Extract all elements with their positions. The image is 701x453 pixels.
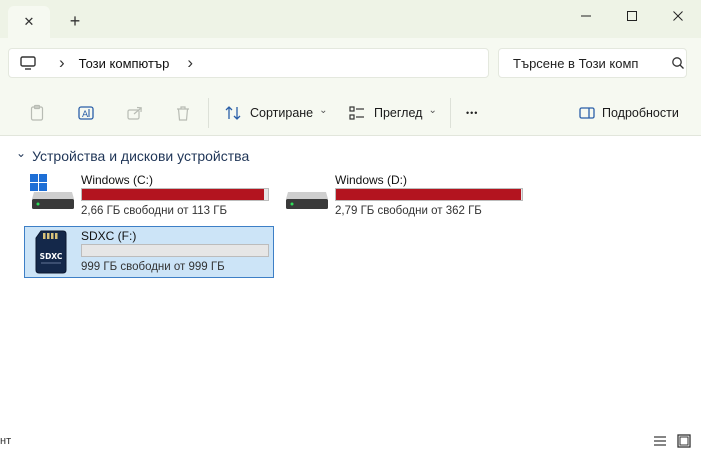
- group-header-devices[interactable]: ⌄ Устройства и дискови устройства: [16, 146, 250, 165]
- view-label: Преглед: [374, 106, 423, 120]
- search-input[interactable]: Търсене в Този комп: [498, 48, 687, 78]
- windows-drive-icon: [30, 174, 74, 209]
- status-text: нт: [0, 435, 12, 447]
- drive-name: Windows (D:): [335, 173, 408, 187]
- drive-usage-bar: [81, 244, 269, 257]
- tab-this-pc[interactable]: ✕: [8, 6, 50, 38]
- sd-card-label: SDXC: [40, 252, 63, 261]
- breadcrumb-separator-icon[interactable]: ›: [59, 53, 65, 73]
- sd-card-icon: SDXC: [35, 230, 67, 274]
- group-title: Устройства и дискови устройства: [32, 148, 250, 164]
- toolbar-separator: [208, 98, 209, 128]
- rename-button[interactable]: A: [77, 102, 95, 124]
- file-view[interactable]: ⌄ Устройства и дискови устройства Window…: [0, 137, 701, 427]
- sort-button[interactable]: Сортиране ⌄: [224, 102, 328, 124]
- drive-name: Windows (C:): [81, 173, 154, 187]
- close-icon: [673, 11, 683, 21]
- search-icon[interactable]: [671, 56, 685, 70]
- view-chevron-icon: ⌄: [428, 104, 437, 116]
- drive-usage-bar: [81, 188, 269, 201]
- details-view-button[interactable]: [653, 435, 667, 447]
- view-button[interactable]: Преглед ⌄: [348, 102, 437, 124]
- svg-text:A: A: [82, 110, 89, 120]
- tiles-view-button[interactable]: [677, 434, 691, 448]
- breadcrumb-this-pc[interactable]: Този компютър: [79, 56, 170, 71]
- sort-icon: [225, 106, 241, 120]
- hard-drive-icon: [286, 192, 328, 209]
- plus-icon: +: [69, 10, 81, 31]
- drive-free-space: 999 ГБ свободни от 999 ГБ: [81, 261, 225, 273]
- group-collapse-icon[interactable]: ⌄: [16, 146, 26, 160]
- drive-usage-fill: [82, 189, 264, 200]
- close-button[interactable]: [655, 0, 701, 32]
- drive-item-f[interactable]: SDXC SDXC (F:) 999 ГБ свободни от 999 ГБ: [24, 226, 274, 278]
- title-bar: ✕ +: [0, 0, 701, 38]
- trash-icon: [177, 106, 189, 121]
- delete-button[interactable]: [174, 102, 192, 124]
- details-label: Подробности: [602, 106, 679, 120]
- view-list-icon: [349, 106, 364, 120]
- sort-label: Сортиране: [250, 106, 314, 120]
- details-view-icon: [654, 436, 666, 446]
- drive-usage-bar: [335, 188, 523, 201]
- details-pane-icon: [579, 107, 595, 119]
- address-bar[interactable]: › Този компютър ›: [8, 48, 489, 78]
- toolbar-separator: [450, 98, 451, 128]
- drive-usage-fill: [336, 189, 521, 200]
- sort-chevron-icon: ⌄: [319, 104, 328, 116]
- more-options-button[interactable]: •••: [466, 102, 478, 124]
- tab-close-icon[interactable]: ✕: [24, 14, 35, 30]
- breadcrumb-expand-icon[interactable]: ›: [187, 53, 193, 73]
- status-bar: нт: [0, 427, 701, 453]
- details-button[interactable]: Подробности: [578, 102, 679, 124]
- command-bar: A Сортиране ⌄ Преглед ⌄ ••• Подробности: [0, 90, 701, 136]
- new-tab-button[interactable]: +: [62, 8, 88, 34]
- drive-free-space: 2,66 ГБ свободни от 113 ГБ: [81, 205, 227, 217]
- search-placeholder: Търсене в Този комп: [513, 55, 639, 71]
- tiles-view-icon: [677, 434, 691, 448]
- clipboard-icon: [30, 104, 44, 121]
- drive-name: SDXC (F:): [81, 229, 137, 243]
- drive-item-d[interactable]: Windows (D:) 2,79 ГБ свободни от 362 ГБ: [279, 173, 529, 225]
- more-icon: •••: [466, 108, 479, 118]
- minimize-icon: [581, 15, 591, 17]
- maximize-icon: [627, 11, 637, 21]
- drive-item-c[interactable]: Windows (C:) 2,66 ГБ свободни от 113 ГБ: [25, 173, 275, 225]
- rename-icon: A: [78, 106, 94, 120]
- drive-free-space: 2,79 ГБ свободни от 362 ГБ: [335, 205, 482, 217]
- paste-button[interactable]: [28, 102, 46, 124]
- address-toolbar: › Този компютър › Търсене в Този комп: [0, 38, 701, 90]
- share-icon: [127, 106, 142, 120]
- maximize-button[interactable]: [609, 0, 655, 32]
- monitor-icon[interactable]: [19, 54, 37, 72]
- minimize-button[interactable]: [563, 0, 609, 32]
- share-button[interactable]: [126, 102, 144, 124]
